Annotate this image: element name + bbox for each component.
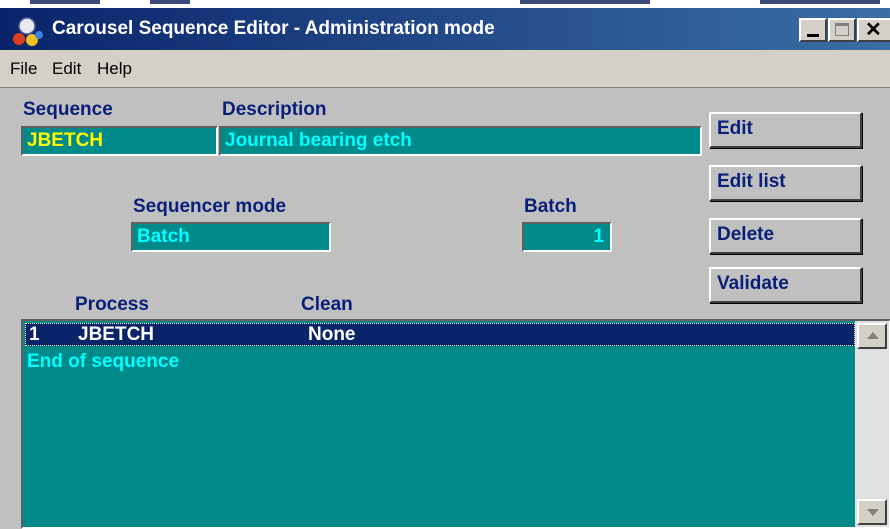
edit-button[interactable]: Edit [709,112,862,148]
scroll-up-button[interactable] [857,323,887,349]
background-fragment [760,0,880,4]
minimize-icon [807,34,819,37]
title-bar[interactable]: Carousel Sequence Editor - Administratio… [0,8,890,50]
sequence-label: Sequence [23,99,113,120]
validate-button[interactable]: Validate [709,267,862,303]
background-fragment [520,0,650,4]
background-fragment [30,0,100,4]
clean-header: Clean [301,294,353,315]
scroll-down-button[interactable] [857,499,887,525]
row-process: JBETCH [78,324,155,345]
vertical-scrollbar[interactable] [855,321,889,527]
row-index: 1 [29,324,40,345]
sequence-list[interactable]: 1 JBETCH None End of sequence [21,319,890,529]
background-fragment [150,0,190,4]
end-of-sequence: End of sequence [27,351,180,372]
sequencer-mode-label: Sequencer mode [133,196,287,217]
row-clean: None [308,324,356,345]
close-icon: ✕ [865,19,882,41]
delete-button[interactable]: Delete [709,218,862,254]
sequencer-mode-field[interactable]: Batch [131,222,331,252]
list-item[interactable]: 1 JBETCH None [25,323,855,346]
sequence-field[interactable]: JBETCH [21,126,218,156]
edit-list-button[interactable]: Edit list [709,165,862,201]
close-button[interactable]: ✕ [857,18,890,42]
maximize-icon [835,23,849,36]
background-window-strip [0,0,890,8]
menu-file[interactable]: File [10,59,37,79]
maximize-button[interactable] [828,18,856,42]
window-title: Carousel Sequence Editor - Administratio… [52,18,495,39]
batch-field[interactable]: 1 [522,222,612,252]
batch-label: Batch [524,196,577,217]
menu-edit[interactable]: Edit [52,59,81,79]
minimize-button[interactable] [799,18,827,42]
menu-help[interactable]: Help [97,59,132,79]
arrow-up-icon [867,332,879,339]
app-icon[interactable] [10,17,44,47]
menu-bar: File Edit Help [0,50,890,88]
description-field[interactable]: Journal bearing etch [219,126,702,156]
process-header: Process [75,294,149,315]
arrow-down-icon [867,509,879,516]
description-label: Description [222,99,327,120]
